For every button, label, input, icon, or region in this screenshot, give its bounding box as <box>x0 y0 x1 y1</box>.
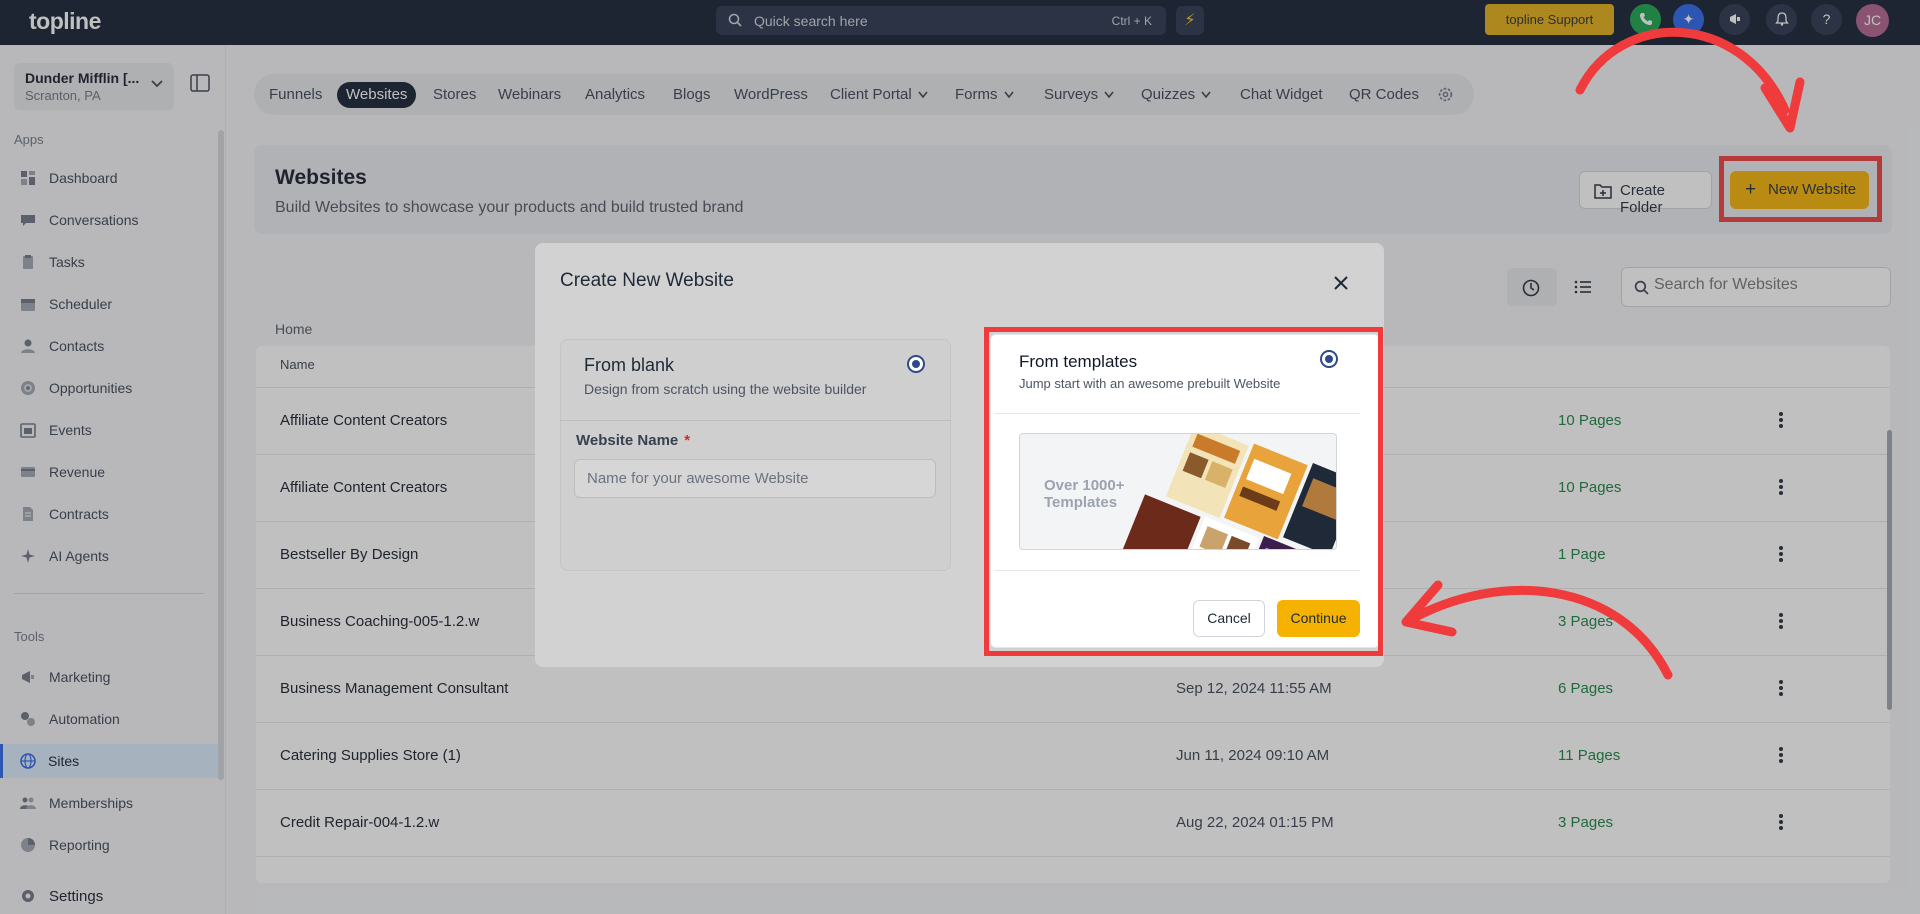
divider <box>560 420 951 421</box>
website-name-label-text: Website Name <box>576 432 679 449</box>
close-icon[interactable] <box>1331 273 1351 293</box>
from-blank-radio[interactable] <box>907 355 925 373</box>
templates-highlight <box>984 327 1383 656</box>
required-mark: * <box>684 432 691 449</box>
from-blank-description: Design from scratch using the website bu… <box>584 381 867 397</box>
website-name-label: Website Name * <box>576 432 690 449</box>
website-name-input[interactable] <box>587 470 917 487</box>
modal-title: Create New Website <box>560 270 734 291</box>
from-blank-title: From blank <box>584 355 675 375</box>
website-name-field[interactable] <box>574 459 936 498</box>
